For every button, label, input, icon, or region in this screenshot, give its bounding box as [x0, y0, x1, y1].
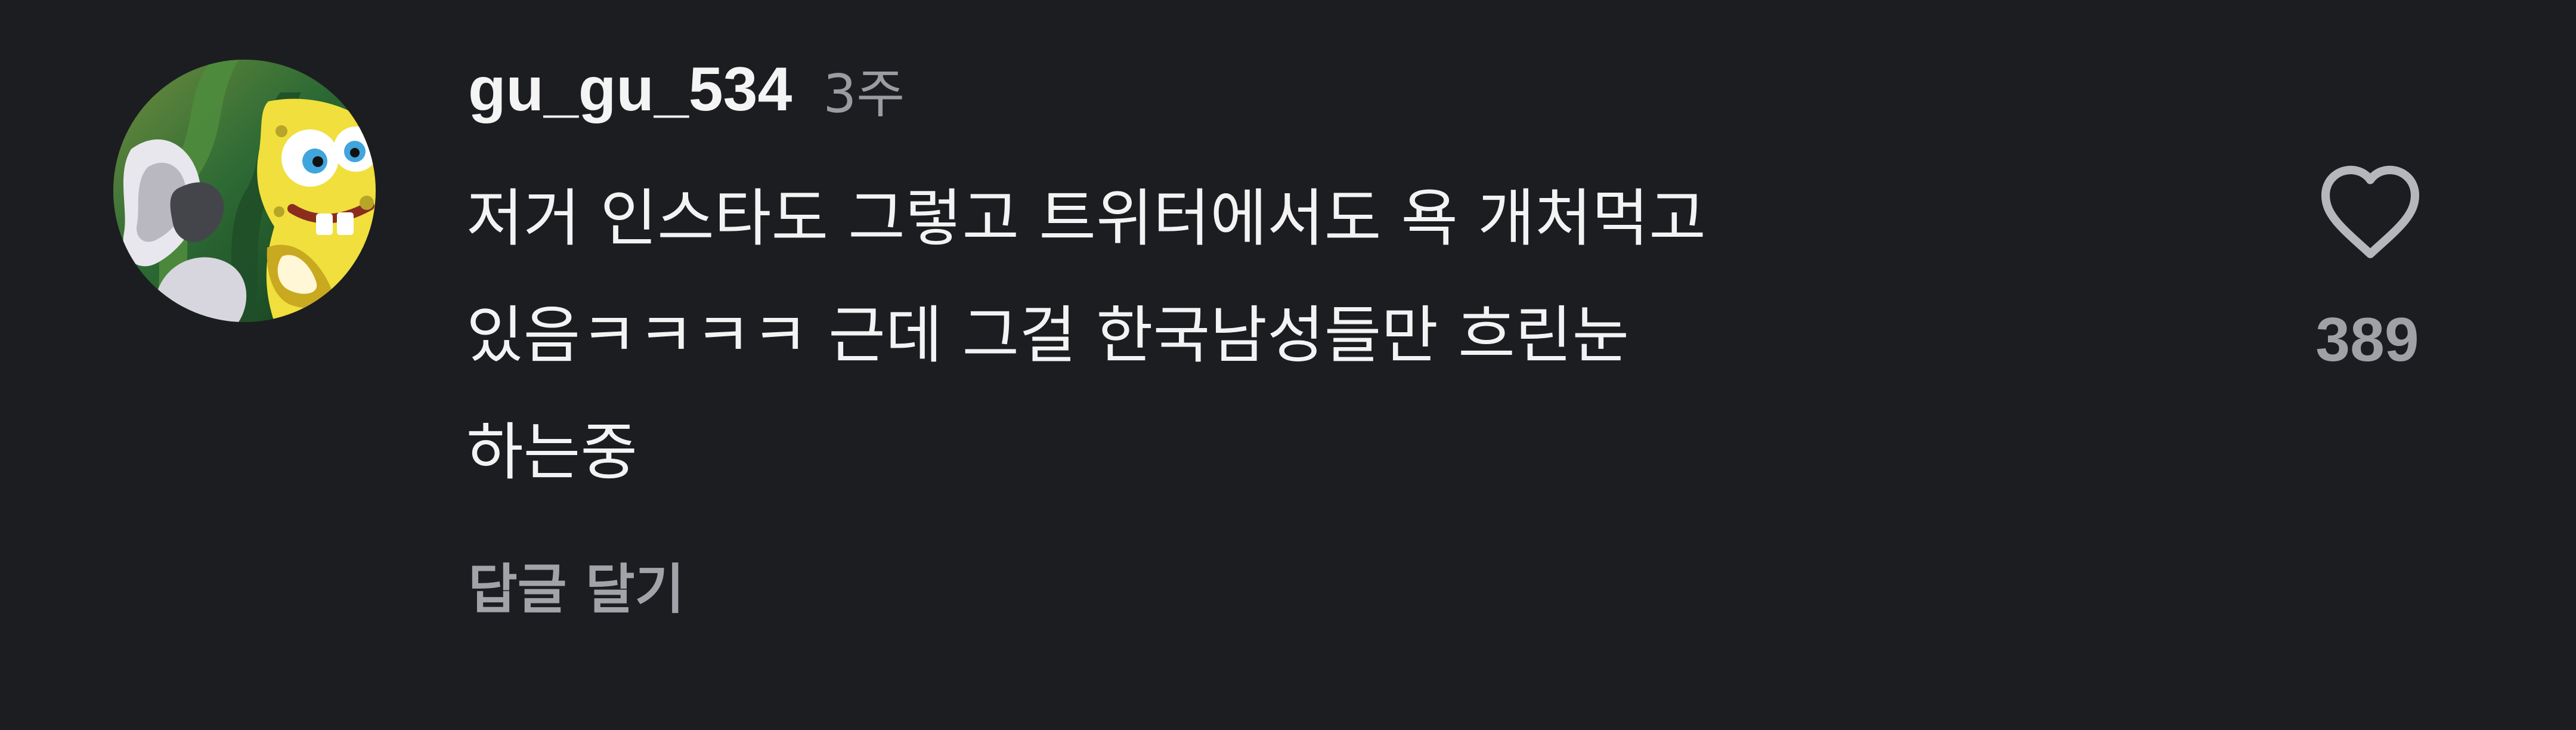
like-count: 389 [2315, 305, 2419, 375]
username-link[interactable]: gu_gu_534 [468, 54, 792, 125]
user-avatar[interactable] [113, 60, 376, 322]
comment-timestamp: 3주 [823, 63, 905, 125]
comment-item: gu_gu_534 3주 저거 인스타도 그렇고 트위터에서도 욕 개처먹고 있… [0, 0, 2576, 730]
comment-body: 저거 인스타도 그렇고 트위터에서도 욕 개처먹고 있음ㅋㅋㅋㅋ 근데 그걸 한… [466, 182, 1706, 488]
like-button[interactable] [2308, 146, 2433, 271]
comment-meta: gu_gu_534 3주 [468, 51, 905, 128]
comment-text: 저거 인스타도 그렇고 트위터에서도 욕 개처먹고 있음ㅋㅋㅋㅋ 근데 그걸 한… [466, 160, 2255, 511]
avatar-image [113, 60, 376, 322]
heart-outline-icon [2321, 165, 2420, 258]
reply-button[interactable]: 답글 달기 [468, 546, 685, 623]
